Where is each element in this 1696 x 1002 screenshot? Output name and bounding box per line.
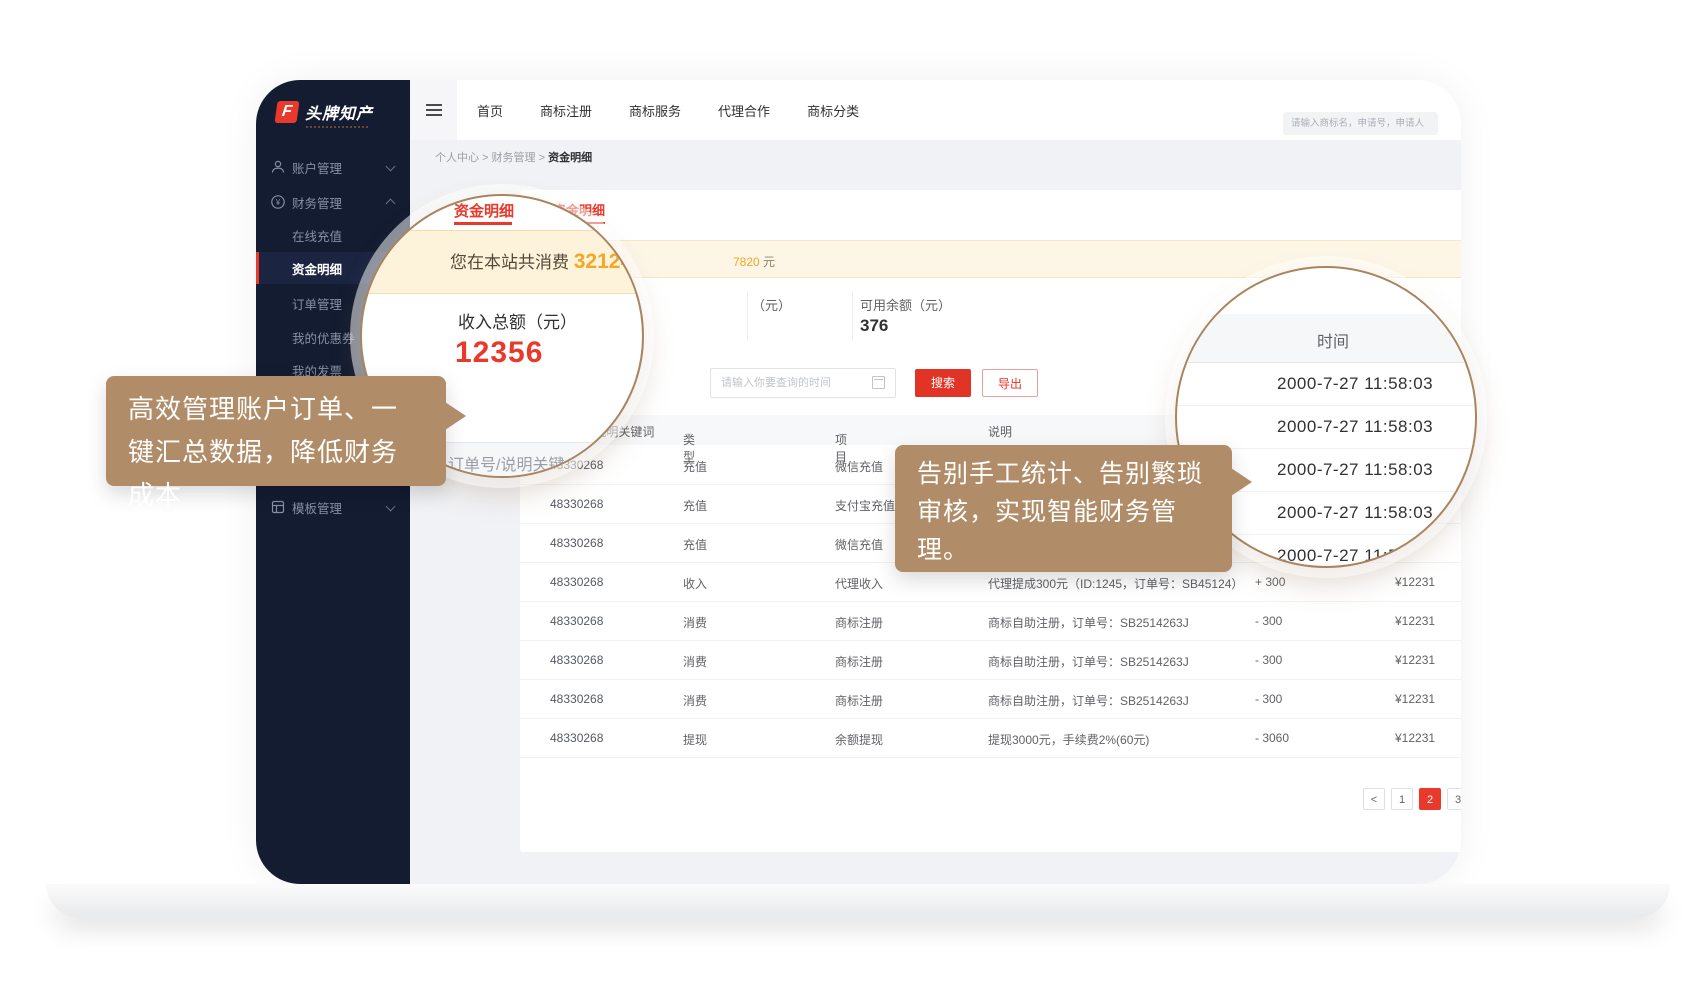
col-header-desc: 说明: [988, 423, 1012, 440]
magnified-tab-label: 资金明细: [454, 200, 514, 221]
table-row[interactable]: 48330268消费商标注册商标自助注册，订单号：SB2514263J- 300…: [520, 601, 1461, 641]
callout-arrow-icon: [445, 402, 466, 430]
pagination-page-1[interactable]: 1: [1391, 788, 1413, 810]
pagination: < 1 2 3 4 5: [520, 788, 1461, 812]
callout-right: 告别手工统计、告别繁琐审核，实现智能财务管理。: [895, 445, 1232, 572]
sidebar-item-label: 账户管理: [292, 158, 342, 177]
sort-caret-icon: ∨: [686, 431, 692, 440]
top-navbar: 首页 商标注册 商标服务 代理合作 商标分类: [410, 80, 1461, 140]
template-icon: [270, 499, 286, 515]
brand-logo-icon: F: [274, 101, 299, 123]
magnified-time-header: 时间: [1317, 328, 1349, 352]
calendar-icon: [872, 376, 885, 389]
sidebar-item-label: 在线充值: [292, 226, 342, 245]
magnified-banner-text: 您在本站共消费 32124: [450, 248, 632, 274]
table-row[interactable]: 48330268消费商标注册商标自助注册，订单号：SB2514263J- 300…: [520, 679, 1461, 719]
magnified-time-row: 2000-7-27 11:58:03: [1177, 362, 1475, 406]
wallet-icon: ¥: [270, 194, 286, 210]
sidebar-item-label: 模板管理: [292, 498, 342, 517]
user-icon: [270, 159, 286, 175]
nav-link-trademark-register[interactable]: 商标注册: [540, 101, 592, 120]
breadcrumb-current: 资金明细: [548, 152, 592, 164]
magnified-time-row: 2000-7-27 11:58:03: [1177, 405, 1475, 449]
chevron-down-icon: [386, 501, 396, 511]
sidebar-item-templates[interactable]: 模板管理: [256, 492, 410, 522]
banner-amount: 7820 元: [733, 253, 775, 270]
nav-link-home[interactable]: 首页: [477, 101, 503, 120]
pagination-page-3[interactable]: 3: [1447, 788, 1461, 810]
svg-text:¥: ¥: [275, 198, 281, 207]
nav-link-agency[interactable]: 代理合作: [718, 101, 770, 120]
date-range-input[interactable]: [710, 368, 896, 398]
brand-logo-subtext: [306, 126, 368, 128]
brand-logo[interactable]: F 头牌知产: [276, 100, 373, 124]
search-button[interactable]: 搜索: [915, 369, 971, 397]
magnified-income-label: 收入总额（元）: [458, 308, 577, 333]
brand-name: 头牌知产: [305, 100, 373, 124]
chevron-down-icon: [386, 161, 396, 171]
sidebar-item-account[interactable]: 账户管理: [256, 152, 410, 182]
laptop-base: [46, 884, 1670, 918]
sidebar-item-finance[interactable]: ¥ 财务管理: [256, 187, 410, 217]
table-row[interactable]: 48330268提现余额提现提现3000元，手续费2%(60元)- 3060¥1…: [520, 718, 1461, 758]
pagination-page-2[interactable]: 2: [1419, 788, 1441, 810]
breadcrumb-path: 个人中心 > 财务管理 >: [435, 152, 548, 164]
sidebar-item-label: 财务管理: [292, 193, 342, 212]
nav-link-trademark-class[interactable]: 商标分类: [807, 101, 859, 120]
pagination-prev-button[interactable]: <: [1363, 788, 1385, 810]
stat-divider: [747, 292, 748, 340]
callout-arrow-icon: [1231, 468, 1252, 496]
magnified-tab-underline: [454, 222, 512, 225]
stat-balance-value: 376: [860, 316, 888, 336]
hamburger-menu-button[interactable]: [410, 80, 457, 140]
stat-balance-label: 可用余额（元）: [860, 295, 951, 314]
sidebar-item-label: 资金明细: [292, 259, 342, 278]
nav-link-trademark-service[interactable]: 商标服务: [629, 101, 681, 120]
stat-divider: [852, 292, 853, 340]
sidebar-item-label: 订单管理: [292, 294, 342, 313]
chevron-up-icon: [386, 199, 396, 209]
export-button[interactable]: 导出: [982, 369, 1038, 397]
magnified-column-header: 订单号/说明关键: [448, 451, 564, 475]
stat-spend-label: （元）: [752, 295, 791, 314]
callout-left: 高效管理账户订单、一键汇总数据，降低财务成本: [106, 376, 446, 486]
sidebar-item-label: 我的优惠券: [292, 328, 355, 347]
trademark-search-input[interactable]: [1283, 112, 1438, 135]
magnified-income-value: 12356: [455, 336, 543, 370]
nav-links: 首页 商标注册 商标服务 代理合作 商标分类: [477, 80, 859, 140]
breadcrumb[interactable]: 个人中心 > 财务管理 > 资金明细: [435, 149, 592, 165]
page: F 头牌知产 账户管理 ¥ 财务管理 在线充值: [0, 0, 1696, 1002]
sort-caret-icon: ∨: [838, 431, 844, 440]
table-row[interactable]: 48330268消费商标注册商标自助注册，订单号：SB2514263J- 300…: [520, 640, 1461, 680]
hamburger-icon: [426, 109, 442, 111]
callout-right-text: 告别手工统计、告别繁琐审核，实现智能财务管理。: [917, 460, 1203, 564]
